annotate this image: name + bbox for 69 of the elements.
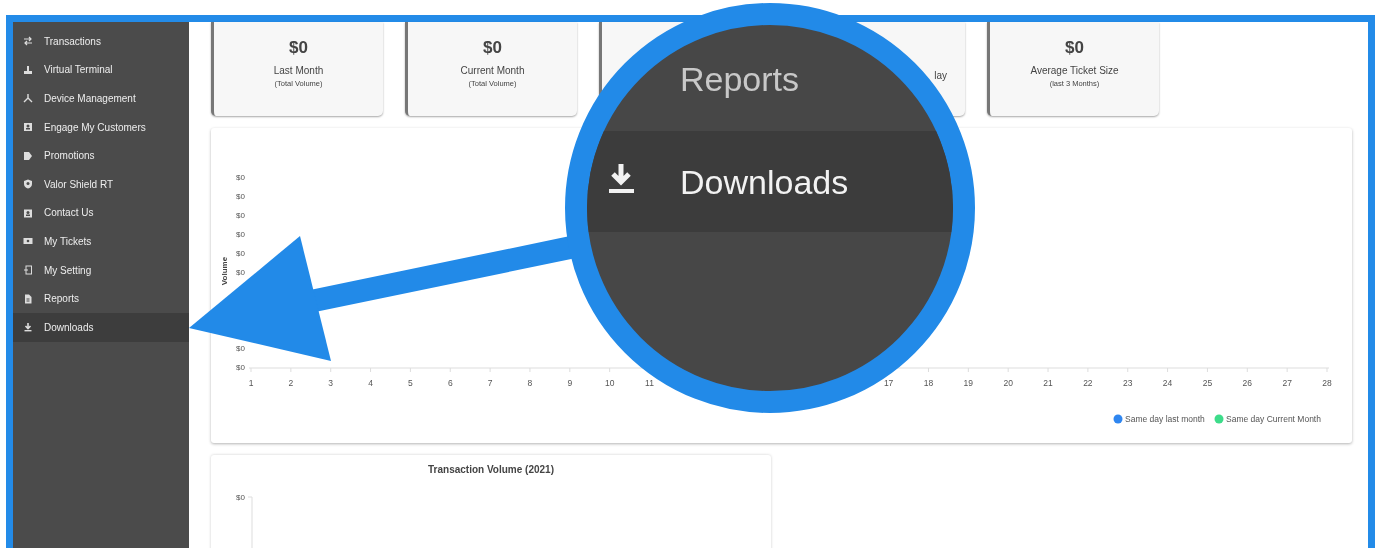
axis-label: 3 [328, 378, 334, 388]
axis-label: $0 [236, 493, 245, 502]
axis-label: 25 [1202, 378, 1213, 388]
axis-label: $0 [236, 230, 245, 239]
axis-label: 23 [1123, 378, 1133, 388]
axis-label: $0 [236, 192, 245, 201]
axis-label: $0 [236, 344, 245, 353]
sidebar-item[interactable]: Device Management [13, 84, 189, 113]
sidebar-item[interactable]: Virtual Terminal [13, 55, 189, 85]
axis-label: 4 [368, 378, 373, 388]
stat-label: lay [934, 70, 947, 81]
axis-label: 27 [1282, 378, 1292, 388]
stat-label: Last Month [273, 65, 324, 76]
axis-label: 20 [1003, 378, 1013, 388]
axis-label: 11 [645, 378, 654, 388]
y-axis [247, 496, 253, 548]
badge-icon [23, 207, 33, 218]
axis-title: Volume [220, 256, 229, 286]
stat-label: Average Ticket Size [1030, 65, 1119, 76]
axis-label: $0 [236, 211, 245, 220]
axis-label: 19 [963, 378, 974, 388]
download-icon [23, 322, 33, 333]
stat-value: $0 [483, 38, 502, 59]
axis-label: 26 [1242, 378, 1253, 388]
sidebar-item[interactable]: Valor Shield RT [13, 169, 189, 199]
sidebar-item[interactable]: Contact Us [13, 198, 189, 228]
shield-icon [23, 179, 33, 190]
arrows-icon [23, 36, 33, 47]
document-icon [23, 293, 33, 304]
sidebar-item[interactable]: Promotions [13, 141, 189, 170]
terminal-icon [23, 64, 33, 75]
axis-label: 1 [248, 378, 254, 388]
sidebar-item[interactable]: Transactions [13, 27, 189, 56]
exit-icon [23, 265, 33, 276]
sidebar-item[interactable]: My Setting [13, 255, 189, 285]
stat-value: $0 [1065, 38, 1084, 59]
axis-label: 18 [923, 378, 934, 388]
axis-label: 17 [883, 378, 894, 388]
legend-label: Same day last month [1125, 414, 1205, 424]
chart-title: Transaction Volume (2021) [428, 464, 554, 475]
ticket-icon [23, 236, 33, 247]
axis-label: 9 [567, 378, 573, 388]
network-icon [23, 93, 33, 104]
legend-label: Same day Current Month [1226, 414, 1321, 424]
axis-label: 7 [487, 378, 493, 388]
sidebar-item[interactable]: My Tickets [13, 227, 189, 256]
axis-label: 22 [1083, 378, 1093, 388]
magnified-label: Downloads [680, 163, 849, 201]
axis-label: 10 [604, 378, 615, 388]
sidebar-item[interactable]: Reports [13, 284, 189, 313]
axis-label: 28 [1322, 378, 1332, 388]
axis-label: $0 [236, 249, 245, 258]
tag-icon [23, 150, 33, 161]
stat-label: Current Month [460, 65, 525, 76]
axis-label: $0 [236, 363, 245, 372]
axis-label: 6 [447, 378, 453, 388]
axis-label: 21 [1043, 378, 1053, 388]
axis-label: 24 [1162, 378, 1173, 388]
sidebar-item[interactable]: Engage My Customers [13, 112, 189, 142]
contact-card-icon [23, 122, 33, 133]
axis-label: 2 [288, 378, 294, 388]
magnified-label: Reports [680, 60, 800, 98]
axis-label: 5 [408, 378, 413, 388]
sidebar-item[interactable]: Downloads [13, 312, 189, 342]
download-icon [609, 161, 634, 193]
axis-label: $0 [236, 268, 245, 277]
axis-label: 8 [527, 378, 533, 388]
stat-value: $0 [289, 38, 308, 59]
axis-label: $0 [236, 173, 245, 182]
